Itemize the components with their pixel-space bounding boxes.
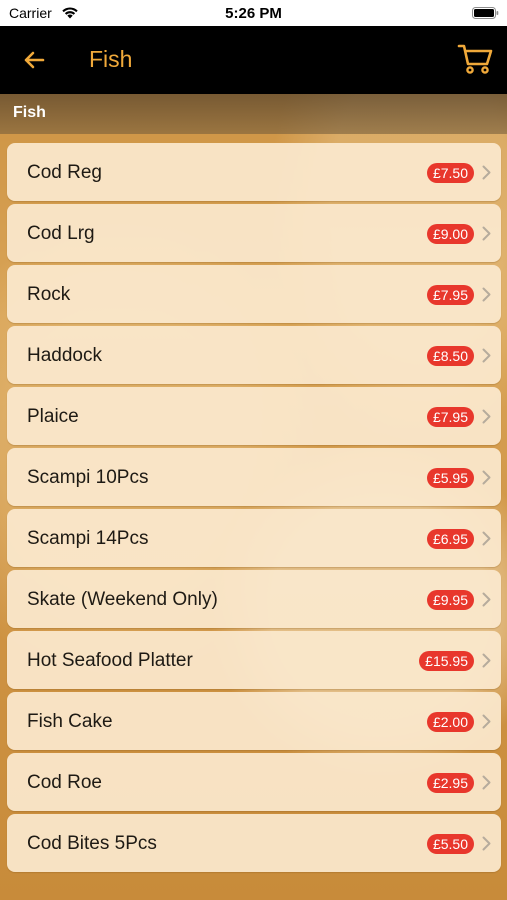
battery-icon [472, 7, 499, 19]
chevron-right-icon [482, 775, 491, 790]
section-header: Fish [0, 94, 507, 134]
price-badge: £5.50 [426, 834, 474, 854]
price-badge: £7.95 [426, 285, 474, 305]
chevron-right-icon [482, 470, 491, 485]
price-badge: £2.00 [426, 712, 474, 732]
menu-item-name: Plaice [27, 406, 79, 427]
menu-item[interactable]: Cod Lrg £9.00 [7, 204, 501, 262]
price-badge: £9.95 [426, 590, 474, 610]
menu-item-name: Cod Bites 5Pcs [27, 833, 157, 854]
cart-icon[interactable] [457, 42, 493, 76]
menu-item-name: Cod Roe [27, 772, 102, 793]
chevron-right-icon [482, 836, 491, 851]
menu-item[interactable]: Rock £7.95 [7, 265, 501, 323]
menu-item[interactable]: Cod Reg £7.50 [7, 143, 501, 201]
menu-item[interactable]: Haddock £8.50 [7, 326, 501, 384]
back-arrow-icon[interactable] [22, 48, 46, 72]
chevron-right-icon [482, 348, 491, 363]
price-badge: £7.95 [426, 407, 474, 427]
price-badge: £6.95 [426, 529, 474, 549]
page-title: Fish [89, 46, 133, 72]
menu-item-name: Cod Lrg [27, 223, 95, 244]
menu-item[interactable]: Cod Bites 5Pcs £5.50 [7, 814, 501, 872]
chevron-right-icon [482, 714, 491, 729]
menu-item-name: Scampi 14Pcs [27, 528, 149, 549]
menu-item[interactable]: Plaice £7.95 [7, 387, 501, 445]
menu-item-name: Skate (Weekend Only) [27, 589, 218, 610]
chevron-right-icon [482, 226, 491, 241]
menu-item-name: Haddock [27, 345, 102, 366]
menu-item[interactable]: Cod Roe £2.95 [7, 753, 501, 811]
price-badge: £8.50 [426, 346, 474, 366]
menu-item[interactable]: Scampi 10Pcs £5.95 [7, 448, 501, 506]
status-time: 5:26 PM [225, 5, 282, 22]
menu-item-name: Rock [27, 284, 71, 305]
menu-item[interactable]: Fish Cake £2.00 [7, 692, 501, 750]
menu-item[interactable]: Skate (Weekend Only) £9.95 [7, 570, 501, 628]
price-badge: £5.95 [426, 468, 474, 488]
price-badge: £9.00 [426, 224, 474, 244]
chevron-right-icon [482, 409, 491, 424]
section-title: Fish [13, 104, 46, 121]
menu-item[interactable]: Hot Seafood Platter £15.95 [7, 631, 501, 689]
menu-item-list: Cod Reg £7.50 Cod Lrg £9.00 Rock £7.95 H… [7, 143, 501, 875]
chevron-right-icon [482, 165, 491, 180]
chevron-right-icon [482, 653, 491, 668]
price-badge: £7.50 [426, 163, 474, 183]
status-bar: Carrier 5:26 PM [0, 0, 507, 26]
price-badge: £2.95 [426, 773, 474, 793]
price-badge: £15.95 [419, 651, 474, 671]
chevron-right-icon [482, 592, 491, 607]
chevron-right-icon [482, 287, 491, 302]
navigation-bar: Fish [0, 26, 507, 94]
chevron-right-icon [482, 531, 491, 546]
menu-item-name: Cod Reg [27, 162, 102, 183]
menu-item-name: Scampi 10Pcs [27, 467, 149, 488]
menu-item-name: Fish Cake [27, 711, 113, 732]
menu-item[interactable]: Scampi 14Pcs £6.95 [7, 509, 501, 567]
menu-item-name: Hot Seafood Platter [27, 650, 193, 671]
